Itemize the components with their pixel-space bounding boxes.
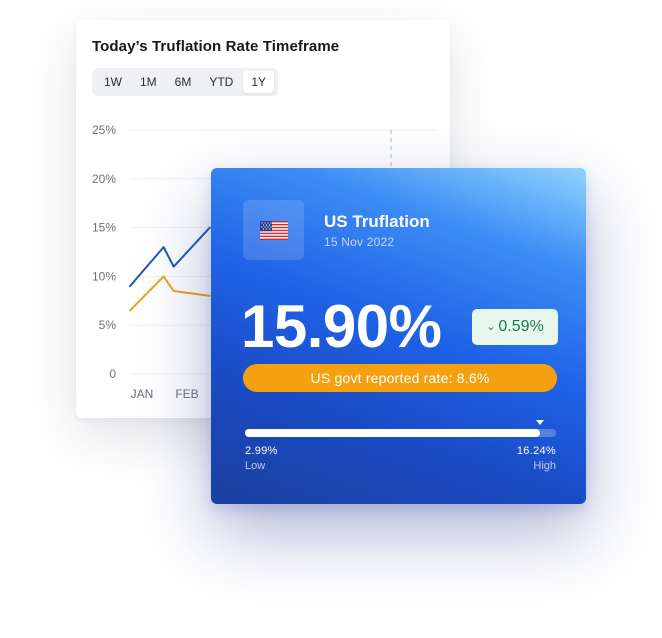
flag-container [243,200,304,260]
range-low-value: 2.99% [245,445,278,457]
x-tick-label: JAN [131,387,154,401]
govt-rate-pill: US govt reported rate: 8.6% [243,364,557,392]
change-badge: ⌄ 0.59% [472,309,558,345]
y-tick-label: 10% [92,269,116,283]
range-low-label: Low [245,460,266,472]
range-marker-icon [536,420,545,425]
x-tick-label: FEB [175,387,198,401]
range-bar-fill [245,429,541,437]
truflation-rate: 15.90% [241,293,442,360]
range-high-label: High [533,460,556,472]
chevron-down-icon: ⌄ [486,320,496,333]
range-high-value: 16.24% [516,445,556,457]
us-flag-icon [259,220,288,240]
y-tick-label: 25% [92,123,116,137]
range-bar [245,420,556,437]
change-value: 0.59% [498,318,544,335]
series-line-0 [129,226,211,288]
y-tick-label: 5% [99,318,117,332]
y-tick-label: 20% [92,172,116,186]
y-tick-label: 0 [109,367,116,381]
card-date: 15 Nov 2022 [324,235,395,249]
us-truflation-card: US Truflation 15 Nov 2022 15.90% ⌄ 0.59%… [211,168,586,504]
y-tick-label: 15% [92,221,116,235]
card-title: US Truflation [324,212,430,231]
series-line-1 [129,275,211,312]
